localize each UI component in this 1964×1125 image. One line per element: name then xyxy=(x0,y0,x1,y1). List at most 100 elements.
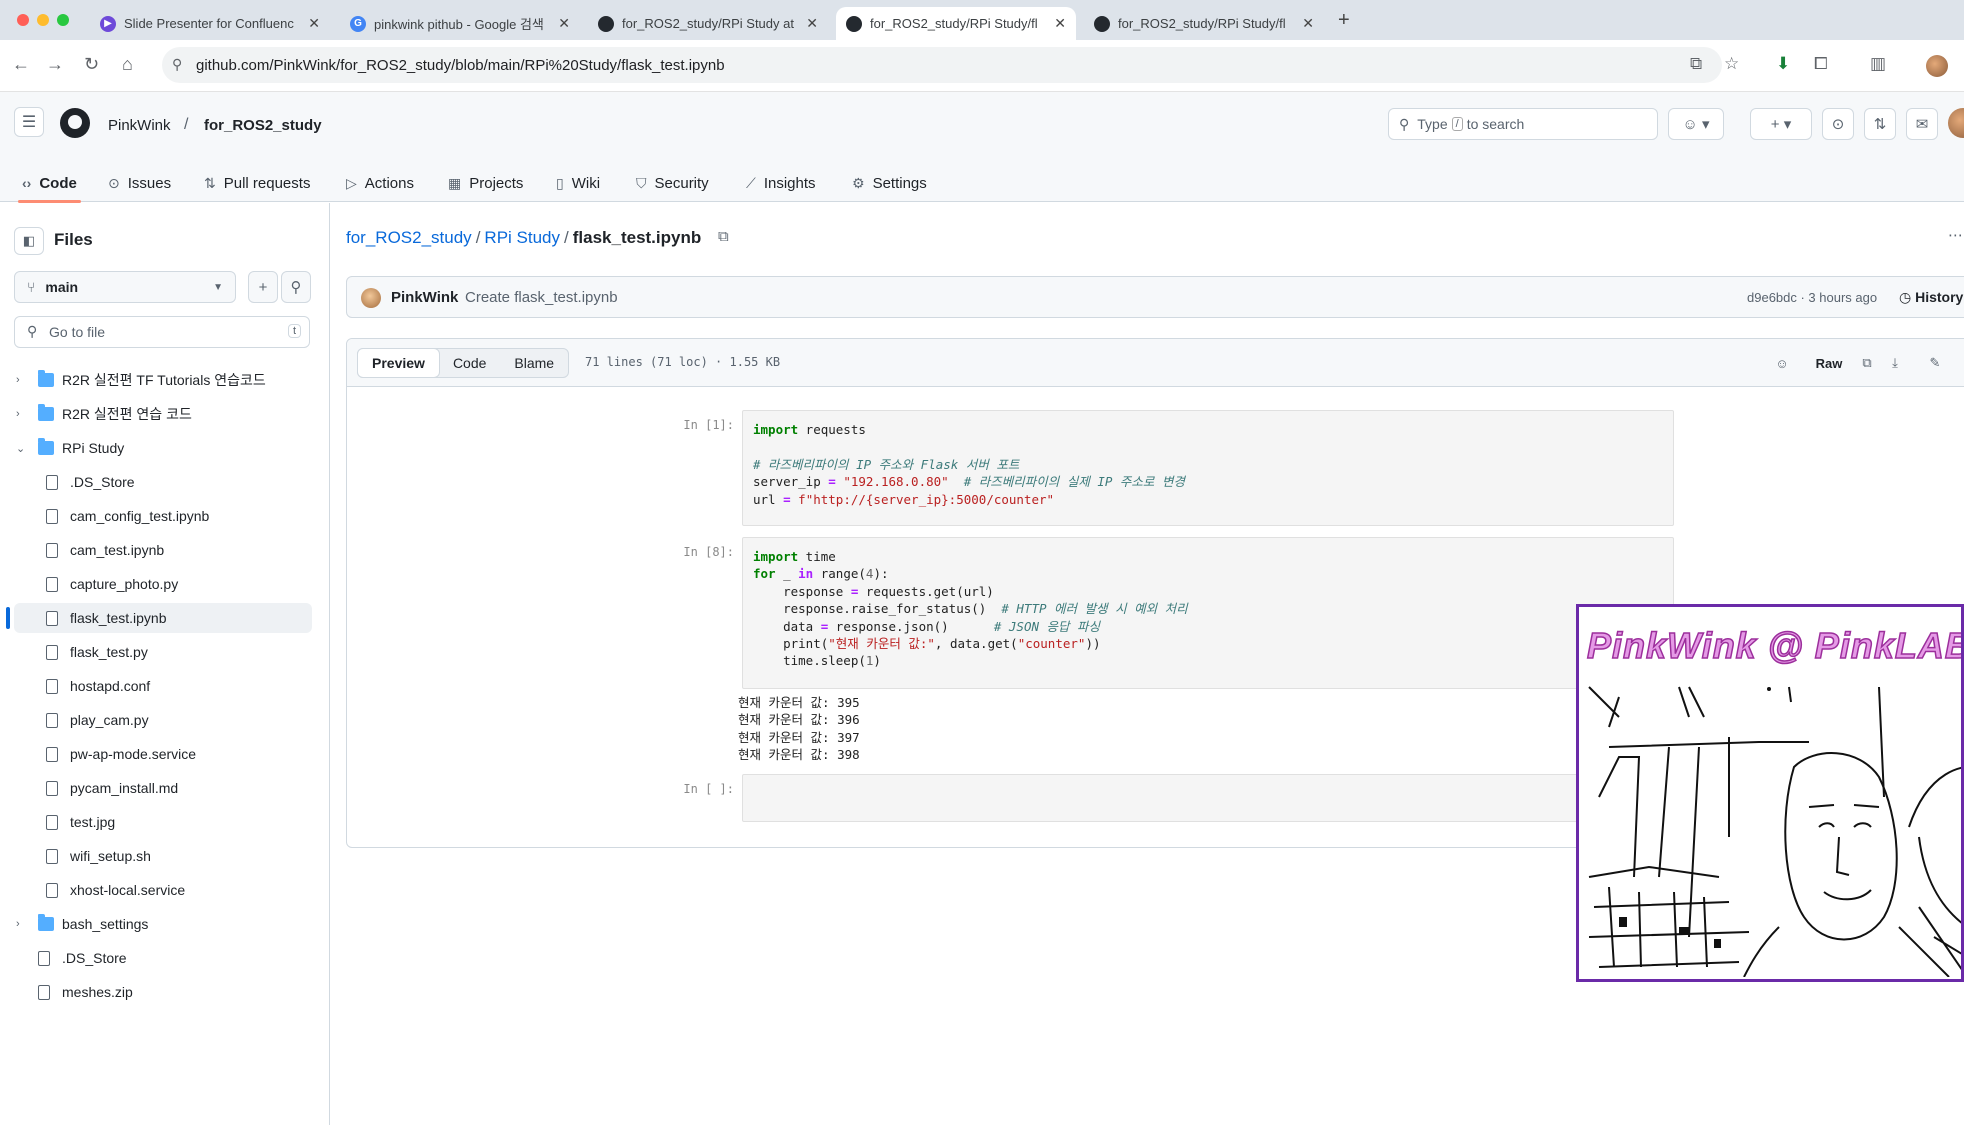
bookmark-star-icon[interactable]: ☆ xyxy=(1724,54,1739,74)
site-info-icon[interactable]: ⚲ xyxy=(172,56,182,73)
chevron-right-icon[interactable]: › xyxy=(16,374,20,386)
download-icon[interactable]: ⬇ xyxy=(1776,54,1790,74)
tab-issues[interactable]: ⊙ Issues xyxy=(108,164,171,202)
side-panel-icon[interactable]: ▥ xyxy=(1870,54,1886,74)
pull-requests-header-button[interactable]: ⇅ xyxy=(1864,108,1896,140)
code-cell-input[interactable]: import requests # 라즈베리파이의 IP 주소와 Flask 서… xyxy=(742,410,1674,526)
repo-owner-link[interactable]: PinkWink xyxy=(108,117,171,134)
file-icon xyxy=(46,678,58,694)
github-logo-icon[interactable] xyxy=(60,108,90,138)
search-files-button[interactable]: ⚲ xyxy=(281,271,311,303)
browser-tab[interactable]: ▶ Slide Presenter for Confluenc ✕ xyxy=(90,7,330,40)
tab-projects[interactable]: ▦ Projects xyxy=(448,164,523,202)
copy-path-icon[interactable]: ⧉ xyxy=(718,228,729,245)
branch-selector[interactable]: ⑂ main ▼ xyxy=(14,271,236,303)
close-tab-icon[interactable]: ✕ xyxy=(308,15,320,32)
chevron-right-icon[interactable]: › xyxy=(16,408,20,420)
tree-file[interactable]: cam_test.ipynb xyxy=(0,533,330,567)
close-tab-icon[interactable]: ✕ xyxy=(1302,15,1314,32)
new-tab-icon[interactable]: + xyxy=(1338,9,1350,32)
copilot-icon[interactable]: ☺ xyxy=(1769,349,1795,377)
close-tab-icon[interactable]: ✕ xyxy=(806,15,818,32)
chevron-down-icon[interactable]: ⌄ xyxy=(16,442,25,455)
issues-header-button[interactable]: ⊙ xyxy=(1822,108,1854,140)
close-window-button[interactable] xyxy=(17,14,29,26)
plus-icon: + ▾ xyxy=(1770,116,1792,133)
close-tab-icon[interactable]: ✕ xyxy=(558,15,570,32)
tab-code-view[interactable]: Code xyxy=(439,349,500,377)
commit-message[interactable]: Create flask_test.ipynb xyxy=(465,289,618,306)
profile-avatar[interactable] xyxy=(1926,55,1948,77)
repo-name-link[interactable]: for_ROS2_study xyxy=(204,117,322,134)
browser-tab[interactable]: G pinkwink pithub - Google 검색 ✕ xyxy=(340,7,580,40)
tab-code[interactable]: ‹› Code xyxy=(18,164,81,203)
inbox-button[interactable]: ✉ xyxy=(1906,108,1938,140)
browser-tab[interactable]: for_ROS2_study/RPi Study/fl ✕ xyxy=(1084,7,1324,40)
tree-folder[interactable]: › R2R 실전편 연습 코드 xyxy=(0,397,330,431)
history-button[interactable]: ◷ History xyxy=(1899,289,1963,306)
tree-file[interactable]: flask_test.py xyxy=(0,635,330,669)
back-icon[interactable]: ← xyxy=(12,54,30,75)
tree-folder[interactable]: › bash_settings xyxy=(0,907,330,941)
tree-file[interactable]: pycam_install.md xyxy=(0,771,330,805)
tree-file[interactable]: pw-ap-mode.service xyxy=(0,737,330,771)
search-input[interactable]: ⚲ Type / to search xyxy=(1388,108,1658,140)
file-tree-sidebar: ◧ Files ⑂ main ▼ + ⚲ ⚲ Go to file t › R2R… xyxy=(0,203,330,1125)
avatar[interactable] xyxy=(1948,108,1964,138)
more-options-icon[interactable]: ⋯ xyxy=(1948,226,1963,244)
tree-file[interactable]: play_cam.py xyxy=(0,703,330,737)
tree-file[interactable]: meshes.zip xyxy=(0,975,330,1009)
install-app-icon[interactable]: ⧉ xyxy=(1690,54,1702,74)
tree-folder[interactable]: ⌄ RPi Study xyxy=(0,431,330,465)
browser-tab-active[interactable]: for_ROS2_study/RPi Study/fl ✕ xyxy=(836,7,1076,40)
download-icon[interactable]: ⤓ xyxy=(1883,349,1907,377)
url-bar[interactable]: ⚲ github.com/PinkWink/for_ROS2_study/blo… xyxy=(162,47,1722,83)
code-cell-input-empty[interactable] xyxy=(742,774,1674,822)
tree-file[interactable]: cam_config_test.ipynb xyxy=(0,499,330,533)
file-icon xyxy=(46,814,58,830)
tab-wiki[interactable]: ▯ Wiki xyxy=(556,164,600,202)
avatar[interactable] xyxy=(361,288,381,308)
home-icon[interactable]: ⌂ xyxy=(122,54,133,75)
tree-file[interactable]: test.jpg xyxy=(0,805,330,839)
breadcrumb-folder-link[interactable]: RPi Study xyxy=(484,228,560,247)
tree-file[interactable]: flask_test.ipynb xyxy=(0,601,330,635)
tree-file[interactable]: wifi_setup.sh xyxy=(0,839,330,873)
tree-file[interactable]: .DS_Store xyxy=(0,465,330,499)
edit-pencil-icon[interactable]: ✎ xyxy=(1923,349,1947,377)
create-new-button[interactable]: + ▾ xyxy=(1750,108,1812,140)
tab-actions[interactable]: ▷ Actions xyxy=(346,164,414,202)
tree-item-label: R2R 실전편 연습 코드 xyxy=(62,406,192,422)
tab-insights[interactable]: ⟋ Insights xyxy=(746,164,816,202)
forward-icon[interactable]: → xyxy=(46,54,64,75)
close-tab-icon[interactable]: ✕ xyxy=(1054,15,1066,32)
tab-preview[interactable]: Preview xyxy=(357,348,440,378)
reload-icon[interactable]: ↻ xyxy=(84,54,99,75)
raw-button[interactable]: Raw xyxy=(1809,349,1849,377)
breadcrumb-repo-link[interactable]: for_ROS2_study xyxy=(346,228,472,247)
chevron-right-icon[interactable]: › xyxy=(16,918,20,930)
tab-pull-requests[interactable]: ⇅ Pull requests xyxy=(204,164,310,202)
tab-blame[interactable]: Blame xyxy=(500,349,568,377)
tree-folder[interactable]: › R2R 실전편 TF Tutorials 연습코드 xyxy=(0,363,330,397)
tree-file[interactable]: xhost-local.service xyxy=(0,873,330,907)
commit-author[interactable]: PinkWink xyxy=(391,289,458,306)
commit-sha-time[interactable]: d9e6bdc · 3 hours ago xyxy=(1747,290,1877,305)
extensions-icon[interactable]: ⧠ xyxy=(1814,54,1828,74)
collapse-sidebar-icon[interactable]: ◧ xyxy=(14,227,44,255)
tree-file[interactable]: hostapd.conf xyxy=(0,669,330,703)
browser-tab[interactable]: for_ROS2_study/RPi Study at ✕ xyxy=(588,7,828,40)
tab-settings[interactable]: ⚙ Settings xyxy=(852,164,927,202)
tree-file[interactable]: capture_photo.py xyxy=(0,567,330,601)
copilot-button[interactable]: ☺ ▾ xyxy=(1668,108,1724,140)
copy-icon[interactable]: ⧉ xyxy=(1855,349,1879,377)
minimize-window-button[interactable] xyxy=(37,14,49,26)
maximize-window-button[interactable] xyxy=(57,14,69,26)
add-file-button[interactable]: + xyxy=(248,271,278,303)
tree-item-label: RPi Study xyxy=(62,440,125,456)
go-to-file-input[interactable]: ⚲ Go to file t xyxy=(14,316,310,348)
tab-security[interactable]: ⛉ Security xyxy=(636,164,709,202)
menu-icon[interactable]: ☰ xyxy=(14,107,44,137)
tree-file[interactable]: .DS_Store xyxy=(0,941,330,975)
code-cell-input[interactable]: import time for _ in range(4): response … xyxy=(742,537,1674,689)
